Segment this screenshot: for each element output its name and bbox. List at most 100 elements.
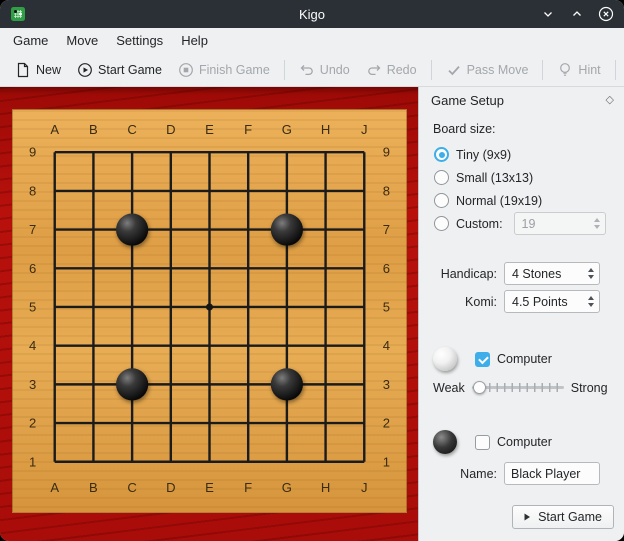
weak-label: Weak [433,381,465,395]
black-stone [116,214,148,246]
black-stone [271,368,303,400]
radio-row-small[interactable]: Small (13x13) [434,169,624,186]
toolbar-separator [615,60,616,80]
undo-button-label: Undo [320,63,350,77]
komi-label: Komi: [431,295,497,309]
pass-move-icon [446,62,462,78]
go-board[interactable]: AA99BB88CC77DD66EE55FF44GG33HH22JJ11 [12,109,407,513]
radio-normal[interactable] [434,193,449,208]
board-grid[interactable]: AA99BB88CC77DD66EE55FF44GG33HH22JJ11 [13,110,406,512]
spin-up-icon[interactable] [588,268,594,272]
board-coord-left: 8 [29,183,36,198]
maximize-icon[interactable] [569,6,585,22]
board-coord-left: 7 [29,222,36,237]
pass-move-button-label: Pass Move [467,63,529,77]
menu-settings[interactable]: Settings [107,30,172,51]
spin-down-icon[interactable] [588,275,594,279]
radio-row-custom[interactable]: Custom: 19 [434,215,624,232]
handicap-spinbox[interactable]: 4 Stones [504,262,600,285]
radio-tiny-label: Tiny (9x9) [456,148,511,162]
radio-row-normal[interactable]: Normal (19x19) [434,192,624,209]
finish-game-button[interactable]: Finish Game [171,58,277,82]
board-coord-left: 3 [29,377,36,392]
radio-small-label: Small (13x13) [456,171,533,185]
board-coord-right: 3 [383,377,390,392]
board-coord-top: G [282,122,292,137]
board-coord-top: E [205,122,214,137]
hint-button[interactable]: Hint [550,58,607,82]
handicap-label: Handicap: [431,267,497,281]
new-button[interactable]: New [8,58,68,82]
komi-spinbox[interactable]: 4.5 Points [504,290,600,313]
undo-button[interactable]: Undo [292,58,357,82]
menu-move[interactable]: Move [57,30,107,51]
board-coord-right: 2 [383,416,390,431]
handicap-value: 4 Stones [512,267,561,281]
pass-move-button[interactable]: Pass Move [439,58,536,82]
close-icon[interactable] [598,6,614,22]
black-player-name-input[interactable] [504,462,600,485]
black-computer-option[interactable]: Computer [475,435,552,450]
star-point [206,303,213,310]
board-coord-left: 6 [29,261,36,276]
radio-custom[interactable] [434,216,449,231]
dock-float-icon[interactable]: ◇ [606,95,614,106]
finish-game-button-label: Finish Game [199,63,270,77]
board-coord-left: 2 [29,416,36,431]
board-coord-bottom: E [205,480,214,495]
panel-header: Game Setup ◇ [419,87,624,112]
radio-row-tiny[interactable]: Tiny (9x9) [434,146,624,163]
board-coord-bottom: H [321,480,330,495]
strong-label: Strong [571,381,608,395]
undo-icon [299,62,315,78]
go-board-area[interactable]: AA99BB88CC77DD66EE55FF44GG33HH22JJ11 [0,87,418,541]
slider-handle[interactable] [473,381,486,394]
app-icon [10,6,26,22]
board-coord-left: 4 [29,338,36,353]
start-game-panel-label: Start Game [538,510,602,524]
board-coord-right: 9 [383,145,390,160]
white-computer-option[interactable]: Computer [475,352,552,367]
menu-game[interactable]: Game [4,30,57,51]
toolbar-separator [431,60,432,80]
handicap-row: Handicap: 4 Stones [431,262,612,285]
spin-up-icon[interactable] [588,296,594,300]
start-game-icon [77,62,93,78]
board-coord-left: 5 [29,300,36,315]
play-arrow-icon [522,512,532,522]
board-coord-bottom: J [361,480,368,495]
start-game-panel-button[interactable]: Start Game [512,505,614,529]
board-size-label: Board size: [433,122,624,136]
custom-size-spinbox[interactable]: 19 [514,212,606,235]
finish-game-icon [178,62,194,78]
board-coord-bottom: G [282,480,292,495]
board-coord-top: J [361,122,368,137]
window-title: Kigo [0,7,624,22]
hint-button-label: Hint [578,63,600,77]
board-coord-right: 7 [383,222,390,237]
menubar: Game Move Settings Help [0,28,624,53]
minimize-icon[interactable] [540,6,556,22]
radio-small[interactable] [434,170,449,185]
toolbar-separator [542,60,543,80]
white-computer-checkbox[interactable] [475,352,490,367]
spin-down-icon[interactable] [594,225,600,229]
black-computer-label: Computer [497,435,552,449]
start-game-button[interactable]: Start Game [70,58,169,82]
board-coord-bottom: A [50,480,59,495]
white-strength-slider[interactable] [472,379,564,396]
board-coord-bottom: B [89,480,98,495]
spin-up-icon[interactable] [594,218,600,222]
redo-button[interactable]: Redo [359,58,424,82]
black-computer-checkbox[interactable] [475,435,490,450]
komi-row: Komi: 4.5 Points [431,290,612,313]
menu-help[interactable]: Help [172,30,217,51]
board-coord-top: B [89,122,98,137]
game-setup-panel: Game Setup ◇ Board size: Tiny (9x9) Smal… [418,87,624,541]
board-coord-left: 1 [29,454,36,469]
board-coord-top: H [321,122,330,137]
white-player-row: Computer [433,347,612,371]
spin-down-icon[interactable] [588,303,594,307]
board-coord-left: 9 [29,145,36,160]
radio-tiny[interactable] [434,147,449,162]
